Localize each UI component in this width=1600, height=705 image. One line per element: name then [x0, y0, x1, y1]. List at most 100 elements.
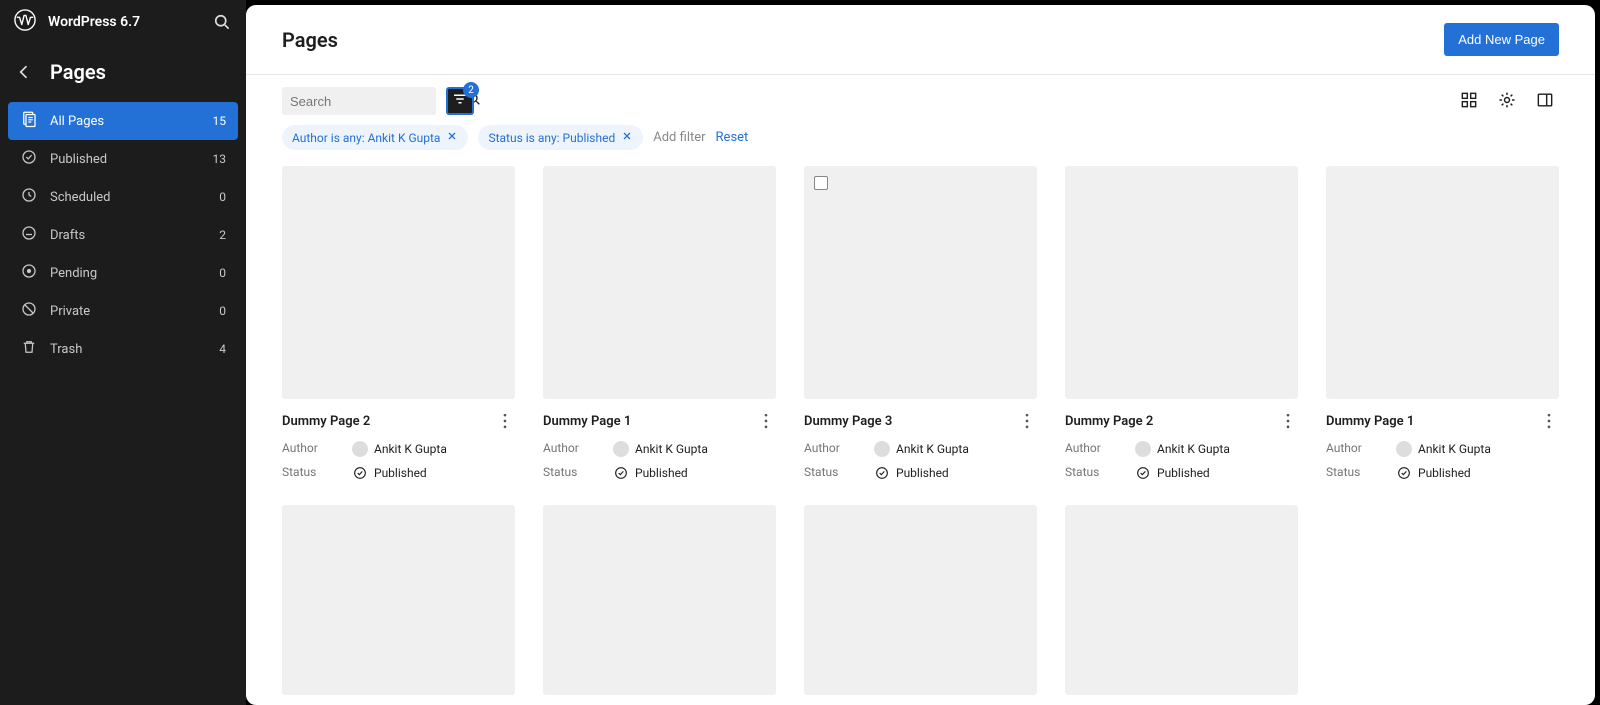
- page-thumbnail[interactable]: [1065, 505, 1298, 695]
- page-header: Pages Add New Page: [246, 5, 1595, 75]
- draft-icon: [20, 224, 38, 246]
- avatar-icon: [874, 441, 890, 457]
- search-input[interactable]: [290, 94, 466, 109]
- more-actions-icon[interactable]: [1278, 411, 1298, 431]
- sidebar-item-label: Pending: [50, 266, 97, 281]
- author-value: Ankit K Gupta: [874, 441, 1037, 457]
- avatar-icon: [613, 441, 629, 457]
- author-value: Ankit K Gupta: [352, 441, 515, 457]
- close-icon[interactable]: [621, 130, 633, 145]
- more-actions-icon[interactable]: [1539, 411, 1559, 431]
- page-card[interactable]: [1065, 505, 1298, 695]
- gear-icon: [1497, 90, 1517, 113]
- trash-icon: [20, 338, 38, 360]
- page-thumbnail[interactable]: [543, 505, 776, 695]
- sidebar-item-count: 0: [219, 304, 226, 318]
- sidebar-item-all-pages[interactable]: All Pages 15: [8, 102, 238, 140]
- chip-label: Status is any: Published: [488, 131, 615, 145]
- more-actions-icon[interactable]: [1017, 411, 1037, 431]
- page-thumbnail[interactable]: [543, 166, 776, 399]
- status-label: Status: [1326, 465, 1396, 481]
- avatar-icon: [1396, 441, 1412, 457]
- page-card[interactable]: [282, 505, 515, 695]
- global-search-icon[interactable]: [212, 12, 232, 32]
- page-card[interactable]: Dummy Page 1 Author Ankit K Gupta Status…: [543, 166, 776, 481]
- status-value: Published: [1135, 465, 1298, 481]
- check-circle-icon: [20, 148, 38, 170]
- pending-icon: [20, 262, 38, 284]
- filter-count-badge: 2: [463, 82, 479, 98]
- filter-button[interactable]: 2: [446, 87, 474, 115]
- page-card[interactable]: Dummy Page 2 Author Ankit K Gupta Status…: [1065, 166, 1298, 481]
- not-allowed-icon: [20, 300, 38, 322]
- author-label: Author: [543, 441, 613, 457]
- page-card[interactable]: [543, 505, 776, 695]
- page-title: Dummy Page 1: [543, 414, 756, 429]
- sidebar-item-published[interactable]: Published 13: [8, 140, 238, 178]
- sidebar-item-private[interactable]: Private 0: [8, 292, 238, 330]
- page-card[interactable]: Dummy Page 2 Author Ankit K Gupta Status…: [282, 166, 515, 481]
- page-card[interactable]: Dummy Page 3 Author Ankit K Gupta Status…: [804, 166, 1037, 481]
- select-checkbox[interactable]: [814, 176, 828, 190]
- page-thumbnail[interactable]: [282, 166, 515, 399]
- add-new-page-button[interactable]: Add New Page: [1444, 23, 1559, 56]
- status-value: Published: [874, 465, 1037, 481]
- panel-icon: [1535, 90, 1555, 113]
- close-icon[interactable]: [446, 130, 458, 145]
- author-label: Author: [804, 441, 874, 457]
- search-box[interactable]: [282, 87, 436, 115]
- panel-toggle-button[interactable]: [1531, 87, 1559, 115]
- published-icon: [613, 465, 629, 481]
- sidebar-item-label: Scheduled: [50, 190, 110, 205]
- more-actions-icon[interactable]: [495, 411, 515, 431]
- filter-chip-status[interactable]: Status is any: Published: [478, 125, 643, 150]
- view-options-button[interactable]: [1493, 87, 1521, 115]
- clock-icon: [20, 186, 38, 208]
- sidebar: WordPress 6.7 Pages All Pages 15 Publish…: [0, 0, 246, 705]
- add-filter-button[interactable]: Add filter: [653, 130, 705, 145]
- sidebar-item-pending[interactable]: Pending 0: [8, 254, 238, 292]
- author-label: Author: [1065, 441, 1135, 457]
- avatar-icon: [1135, 441, 1151, 457]
- sidebar-item-label: All Pages: [50, 114, 104, 129]
- reset-filters-button[interactable]: Reset: [716, 130, 749, 145]
- sidebar-section-head: Pages: [0, 42, 246, 98]
- topbar: WordPress 6.7: [0, 2, 246, 42]
- sidebar-item-scheduled[interactable]: Scheduled 0: [8, 178, 238, 216]
- sidebar-item-trash[interactable]: Trash 4: [8, 330, 238, 368]
- author-label: Author: [1326, 441, 1396, 457]
- sidebar-item-count: 0: [219, 266, 226, 280]
- status-label: Status: [804, 465, 874, 481]
- published-icon: [352, 465, 368, 481]
- sidebar-item-drafts[interactable]: Drafts 2: [8, 216, 238, 254]
- published-icon: [1135, 465, 1151, 481]
- sidebar-section-title: Pages: [50, 60, 106, 84]
- sidebar-item-label: Drafts: [50, 228, 85, 243]
- author-value: Ankit K Gupta: [1135, 441, 1298, 457]
- sidebar-nav: All Pages 15 Published 13 Scheduled 0 Dr…: [0, 98, 246, 372]
- status-label: Status: [282, 465, 352, 481]
- status-value: Published: [352, 465, 515, 481]
- page-title: Dummy Page 2: [1065, 414, 1278, 429]
- page-thumbnail[interactable]: [1326, 166, 1559, 399]
- toolbar: 2: [246, 75, 1595, 115]
- page-title: Pages: [282, 28, 1444, 52]
- page-title: Dummy Page 1: [1326, 414, 1539, 429]
- grid-icon: [1459, 90, 1479, 113]
- sidebar-item-label: Trash: [50, 342, 82, 357]
- sidebar-item-label: Published: [50, 152, 107, 167]
- page-card[interactable]: Dummy Page 1 Author Ankit K Gupta Status…: [1326, 166, 1559, 481]
- published-icon: [874, 465, 890, 481]
- page-card[interactable]: [804, 505, 1037, 695]
- avatar-icon: [352, 441, 368, 457]
- page-thumbnail[interactable]: [804, 505, 1037, 695]
- filter-chip-author[interactable]: Author is any: Ankit K Gupta: [282, 125, 468, 150]
- author-value: Ankit K Gupta: [613, 441, 776, 457]
- back-icon[interactable]: [14, 62, 34, 82]
- page-thumbnail[interactable]: [282, 505, 515, 695]
- page-thumbnail[interactable]: [1065, 166, 1298, 399]
- view-grid-button[interactable]: [1455, 87, 1483, 115]
- sidebar-item-count: 0: [219, 190, 226, 204]
- more-actions-icon[interactable]: [756, 411, 776, 431]
- page-thumbnail[interactable]: [804, 166, 1037, 399]
